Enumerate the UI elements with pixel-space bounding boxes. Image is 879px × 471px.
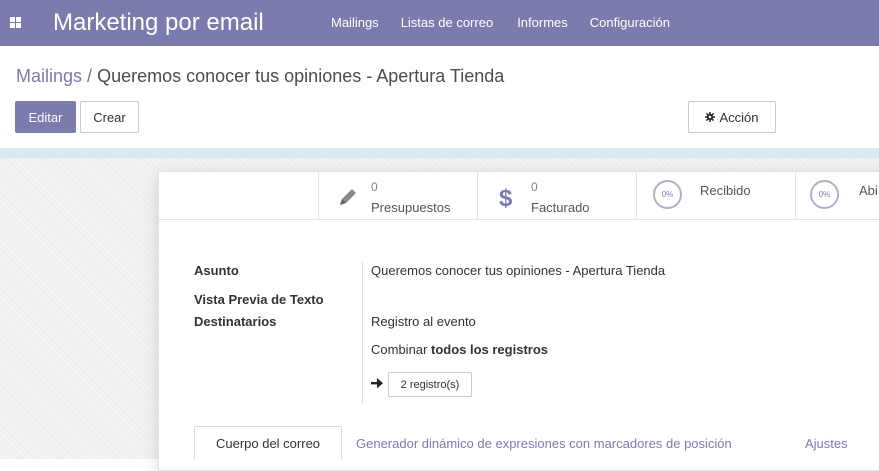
received-smart-button[interactable]: 0% Recibido [636,171,796,219]
action-button-label: Acción [719,109,759,125]
combine-domain-text: Combinar todos los registros [371,342,548,357]
quotations-label: Presupuestos [371,200,451,215]
pencil-icon [340,189,356,205]
invoiced-label: Facturado [531,200,590,215]
breadcrumb: Mailings / Queremos conocer tus opinione… [16,66,504,87]
combine-prefix: Combinar [371,342,428,357]
opened-percent-gauge: 0% [810,180,839,209]
quotations-smart-button[interactable]: 0 Presupuestos [318,171,478,219]
breadcrumb-current: Queremos conocer tus opiniones - Apertur… [97,66,505,86]
arrow-right-icon [371,378,383,389]
preview-text-label: Vista Previa de Texto [194,292,324,307]
invoiced-smart-button[interactable]: $ 0 Facturado [477,171,637,219]
menu-item-reports[interactable]: Informes [517,15,568,30]
field-divider [362,262,363,404]
control-panel-divider [0,148,879,158]
breadcrumb-parent-link[interactable]: Mailings [16,66,82,86]
top-navbar: Marketing por email Mailings Listas de c… [0,0,879,46]
action-button[interactable]: Acción [688,101,776,133]
breadcrumb-separator: / [87,66,93,86]
received-percent-gauge: 0% [653,180,682,209]
menu-item-mailing-lists[interactable]: Listas de correo [401,15,494,30]
tab-dynamic-placeholder-generator[interactable]: Generador dinámico de expresiones con ma… [356,426,732,460]
opened-label: Abi [859,183,878,198]
combine-all-records: todos los registros [430,342,549,357]
recipients-label: Destinatarios [194,314,277,329]
records-count-button[interactable]: 2 registro(s) [388,372,472,397]
invoiced-count: 0 [531,180,538,194]
svg-text:$: $ [499,185,513,211]
subject-field[interactable]: Queremos conocer tus opiniones - Apertur… [371,263,665,278]
opened-smart-button[interactable]: 0% Abi [795,171,879,219]
quotations-count: 0 [371,180,378,194]
edit-button[interactable]: Editar [15,101,76,133]
tab-mail-body[interactable]: Cuerpo del correo [194,426,342,460]
tab-settings[interactable]: Ajustes [805,426,848,460]
app-name[interactable]: Marketing por email [53,9,264,37]
create-button[interactable]: Crear [80,101,139,133]
recipients-field[interactable]: Registro al evento [371,314,476,329]
main-menu: Mailings Listas de correo Informes Confi… [331,15,670,30]
apps-menu-icon[interactable] [10,17,21,28]
menu-item-mailings[interactable]: Mailings [331,15,379,30]
received-label: Recibido [700,183,751,198]
menu-item-configuration[interactable]: Configuración [590,15,670,30]
dollar-icon: $ [499,185,513,211]
gear-icon [705,112,716,122]
subject-label: Asunto [194,263,239,278]
